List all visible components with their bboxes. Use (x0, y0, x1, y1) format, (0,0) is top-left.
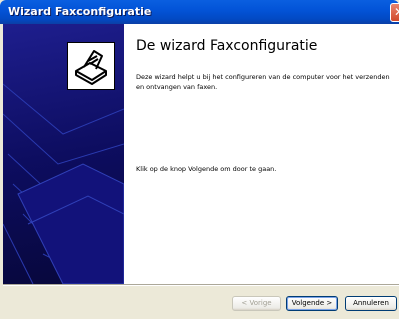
fax-icon (67, 42, 115, 90)
window-title: Wizard Faxconfiguratie (8, 5, 152, 18)
cancel-button[interactable]: Annuleren (345, 296, 397, 311)
back-button[interactable]: < Vorige (232, 296, 281, 311)
wizard-window: Wizard Faxconfiguratie ✕ (0, 0, 399, 319)
title-bar[interactable]: Wizard Faxconfiguratie ✕ (0, 0, 399, 24)
wizard-content: De wizard Faxconfiguratie Deze wizard he… (124, 24, 399, 284)
next-button[interactable]: Volgende > (286, 296, 338, 311)
wizard-description: Deze wizard helpt u bij het configureren… (136, 73, 390, 91)
wizard-side-banner (3, 24, 124, 284)
instruction-text: Klik op de knop Volgende om door te gaan… (136, 165, 277, 173)
page-title: De wizard Faxconfiguratie (136, 38, 318, 54)
close-button[interactable]: ✕ (390, 3, 399, 22)
button-divider (3, 284, 399, 286)
close-icon: ✕ (394, 5, 399, 19)
